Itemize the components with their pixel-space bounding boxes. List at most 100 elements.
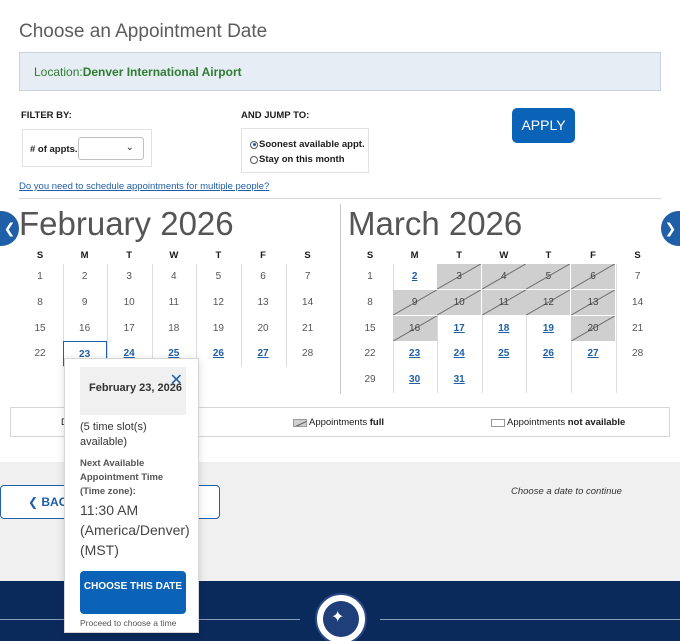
day-of-week-header: F	[260, 250, 266, 261]
filter-label: FILTER BY:	[21, 110, 72, 121]
legend-full-prefix: Appointments	[309, 417, 370, 428]
legend-none-bold: not available	[567, 417, 626, 428]
calendar-day: 7	[304, 271, 311, 282]
calendar-day-full: 5	[526, 264, 571, 289]
calendar-day-available[interactable]: 23	[393, 341, 437, 366]
calendar-day-full: 20	[571, 315, 615, 341]
calendar-day: 22	[34, 348, 46, 360]
legend-full: Appointments full	[293, 417, 384, 428]
calendar-day: 19	[212, 322, 224, 334]
calendar-day-available[interactable]: 26	[526, 341, 570, 366]
calendar-day-available[interactable]: 30	[393, 367, 437, 392]
dhs-seal-icon: ✦	[315, 593, 367, 641]
jump-option-soonest[interactable]: Soonest available appt.	[250, 137, 368, 152]
calendar-day-available[interactable]: 31	[437, 367, 481, 392]
calendar-day: 28	[632, 348, 644, 360]
calendar-day-available[interactable]: 17	[437, 316, 481, 341]
calendar-day: 15	[364, 322, 376, 334]
apply-button[interactable]: APPLY	[512, 108, 575, 143]
calendar-day-available[interactable]: 26	[196, 341, 240, 366]
close-icon[interactable]: ✕	[170, 370, 183, 390]
day-of-week-header: W	[499, 250, 509, 261]
calendar-day: 22	[364, 348, 376, 360]
radio-soonest[interactable]	[250, 140, 258, 149]
popup-slots: (5 time slot(s) available)	[80, 421, 147, 448]
calendar-day: 3	[126, 271, 132, 282]
calendar-day: 14	[302, 296, 314, 308]
day-of-week-header: S	[366, 250, 374, 261]
calendar-day: 28	[302, 348, 314, 360]
month-title-march: March 2026	[348, 205, 523, 242]
radio-stay[interactable]	[250, 155, 258, 164]
divider	[19, 198, 661, 199]
day-of-week-header: T	[126, 250, 133, 261]
calendar-day: 15	[34, 322, 46, 334]
day-of-week-header: M	[80, 250, 89, 261]
jump-label: AND JUMP TO:	[241, 110, 310, 121]
chevron-left-icon: ❮	[28, 495, 42, 509]
calendar-day: 1	[367, 271, 373, 282]
legend-none: Appointments not available	[491, 417, 625, 428]
month-divider	[340, 204, 341, 394]
calendar-day: 29	[364, 374, 376, 386]
calendar-day: 16	[79, 322, 91, 334]
calendar-day-full: 10	[437, 289, 482, 315]
calendar-day: 11	[168, 296, 179, 308]
calendar-day-available[interactable]: 19	[526, 316, 570, 341]
calendar-day-full: 9	[392, 289, 437, 315]
location-value: Denver International Airport	[82, 65, 242, 79]
calendar-day: 10	[123, 296, 135, 308]
day-of-week-header: T	[456, 250, 463, 261]
day-of-week-header: S	[304, 250, 311, 261]
legend-none-prefix: Appointments	[507, 417, 568, 428]
full-swatch-icon	[293, 418, 307, 427]
calendar-day-available[interactable]: 24	[437, 341, 481, 366]
calendar-day-available[interactable]: 25	[482, 341, 526, 366]
filter-box: # of appts. ⌄	[22, 129, 152, 167]
calendar-day: 6	[260, 271, 266, 282]
day-of-week-header: T	[215, 250, 222, 261]
day-of-week-header: W	[169, 250, 179, 261]
jump-option-stay[interactable]: Stay on this month	[250, 152, 368, 167]
calendar-day-full: 4	[481, 264, 526, 289]
popup-time: 11:30 AM (America/Denver) (MST)	[80, 502, 190, 558]
calendar-day: 21	[632, 322, 644, 334]
footer-line	[380, 619, 680, 620]
calendar-day: 21	[302, 322, 314, 334]
multiple-people-link[interactable]: Do you need to schedule appointments for…	[19, 181, 269, 192]
calendar-day-full: 6	[571, 264, 615, 289]
chevron-left-icon[interactable]: ❮	[0, 211, 19, 246]
popup-proceed-note: Proceed to choose a time	[80, 618, 177, 628]
calendar-day: 7	[634, 271, 641, 282]
legend-full-bold: full	[369, 417, 384, 428]
calendar-day-available[interactable]: 27	[241, 341, 285, 366]
location-label: Location:	[34, 65, 83, 79]
day-of-week-header: S	[36, 250, 44, 261]
chevron-down-icon: ⌄	[125, 142, 134, 153]
jump-option-label: Soonest available appt.	[259, 139, 365, 150]
appts-select[interactable]: ⌄	[78, 137, 144, 160]
calendar-day: 5	[215, 271, 222, 282]
calendar-day: 13	[257, 296, 269, 308]
calendar-day: 1	[37, 271, 43, 282]
calendar-day: 12	[212, 296, 224, 308]
calendar-day: 4	[171, 271, 177, 282]
chevron-right-icon[interactable]: ❯	[661, 211, 680, 246]
calendar-day: 18	[168, 322, 180, 334]
calendar-day: 8	[37, 296, 43, 308]
calendar-day: 8	[367, 296, 373, 308]
jump-option-label: Stay on this month	[259, 154, 345, 165]
continue-note: Choose a date to continue	[511, 486, 622, 497]
calendar-day: 9	[81, 296, 88, 308]
jump-options: Soonest available appt. Stay on this mon…	[241, 128, 369, 173]
calendar-day: 2	[81, 271, 88, 282]
choose-date-button[interactable]: CHOOSE THIS DATE	[80, 571, 186, 614]
appts-label: # of appts.	[30, 144, 78, 155]
unavailable-swatch-icon	[491, 418, 505, 427]
calendar-day-available[interactable]: 18	[482, 316, 526, 341]
calendar-day-available[interactable]: 27	[571, 341, 615, 366]
calendar-day-available[interactable]: 2	[393, 264, 437, 289]
calendar-day-full: 16	[392, 315, 437, 341]
popup-next-label: Next Available Appointment Time (Time zo…	[80, 458, 164, 497]
page-title: Choose an Appointment Date	[19, 21, 268, 42]
